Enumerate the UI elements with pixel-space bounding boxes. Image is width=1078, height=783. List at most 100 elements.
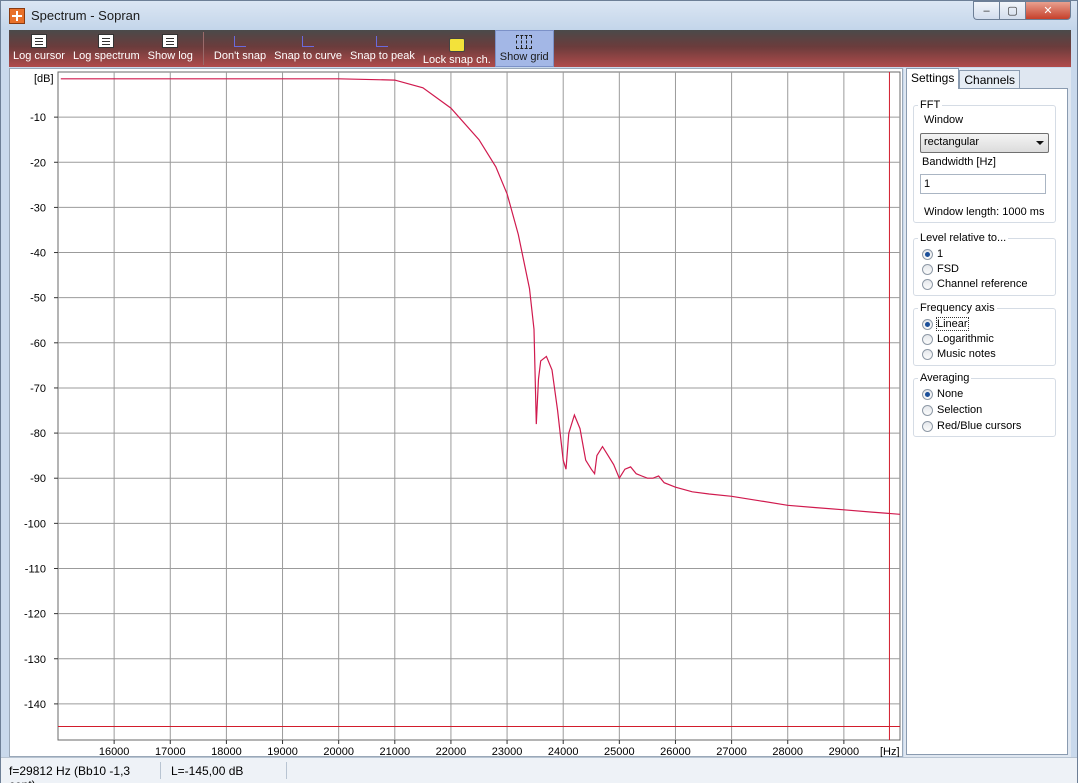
- tab-channels[interactable]: Channels: [959, 70, 1021, 89]
- window-controls: – ▢ ✕: [973, 1, 1071, 21]
- app-icon: [9, 8, 25, 24]
- y-tick-label: -50: [30, 293, 46, 305]
- y-tick-label: -90: [30, 473, 46, 485]
- level-radio-channel-reference[interactable]: Channel reference: [922, 277, 1028, 291]
- y-tick-label: -20: [30, 157, 46, 169]
- status-frequency: f=29812 Hz (Bb10 -1,3 cent): [5, 762, 161, 783]
- toolbar: Log cursor Log spectrum Show log Don't s…: [9, 30, 1071, 67]
- y-tick-label: -40: [30, 248, 46, 260]
- snap-off-icon: [232, 34, 248, 48]
- level-radio-1[interactable]: 1: [922, 247, 943, 261]
- radio-icon: [922, 348, 933, 360]
- log-cursor-button[interactable]: Log cursor: [9, 30, 69, 67]
- dont-snap-label: Don't snap: [213, 50, 267, 62]
- settings-tab-body: FFT Window rectangular Bandwidth [Hz] 1 …: [906, 88, 1068, 755]
- level-option-1: 1: [937, 248, 944, 260]
- y-tick-label: -80: [30, 428, 46, 440]
- freq-option-music-notes: Music notes: [937, 348, 996, 360]
- y-tick-label: -110: [25, 563, 46, 575]
- y-tick-label: -60: [30, 338, 46, 350]
- bandwidth-label: Bandwidth [Hz]: [922, 156, 996, 168]
- grid-icon: [516, 35, 533, 49]
- status-level: L=-145,00 dB: [167, 762, 287, 779]
- window-label: Window: [924, 114, 964, 126]
- show-grid-label: Show grid: [499, 51, 549, 63]
- avg-radio-red-blue-cursors[interactable]: Red/Blue cursors: [922, 419, 1021, 433]
- y-tick-label: -30: [30, 202, 46, 214]
- frequency-axis-title: Frequency axis: [918, 302, 997, 314]
- log-cursor-label: Log cursor: [13, 50, 65, 62]
- snap-to-curve-label: Snap to curve: [274, 50, 343, 62]
- window-select-value: rectangular: [924, 136, 980, 148]
- radio-icon: [922, 333, 933, 345]
- y-axis-label: [dB]: [34, 73, 54, 85]
- level-group: Level relative to... 1 FSD Channel refer…: [913, 232, 1056, 296]
- log-icon: [162, 34, 179, 48]
- lock-snap-label: Lock snap ch.: [422, 54, 491, 66]
- show-log-label: Show log: [147, 50, 193, 62]
- snap-curve-icon: [300, 34, 316, 48]
- level-option-channel-reference: Channel reference: [937, 278, 1028, 290]
- freq-radio-music-notes[interactable]: Music notes: [922, 347, 996, 361]
- snap-to-curve-button[interactable]: Snap to curve: [270, 30, 346, 67]
- averaging-title: Averaging: [918, 372, 972, 384]
- show-grid-button[interactable]: Show grid: [494, 30, 554, 67]
- spectrum-plot[interactable]: -10 -20 -30 -40 -50 -60 -70 -80 -90 -100 -110 -120 -…: [9, 68, 904, 758]
- fft-group-title: FFT: [918, 99, 943, 111]
- averaging-group: Averaging None Selection Red/Blue cursor…: [913, 372, 1056, 437]
- bandwidth-input[interactable]: 1: [920, 174, 1046, 194]
- snap-to-peak-label: Snap to peak: [350, 50, 415, 62]
- tab-settings[interactable]: Settings: [906, 68, 960, 89]
- freq-option-logarithmic: Logarithmic: [937, 333, 994, 345]
- radio-selected-icon: [922, 318, 933, 330]
- title-bar[interactable]: Spectrum - Sopran – ▢ ✕: [1, 1, 1077, 30]
- window-select[interactable]: rectangular: [920, 133, 1049, 153]
- minimize-button[interactable]: –: [973, 1, 999, 20]
- chevron-down-icon: [1036, 141, 1044, 145]
- avg-radio-none[interactable]: None: [922, 387, 963, 401]
- level-group-title: Level relative to...: [918, 232, 1009, 244]
- radio-selected-icon: [922, 248, 933, 260]
- plot-frame: [57, 71, 901, 741]
- frequency-axis-group: Frequency axis Linear Logarithmic Music …: [913, 302, 1056, 366]
- radio-icon: [922, 278, 933, 290]
- y-tick-label: -130: [24, 654, 46, 666]
- spectrum-chart[interactable]: -10 -20 -30 -40 -50 -60 -70 -80 -90 -100 -110 -120 -…: [10, 69, 904, 758]
- avg-radio-selection[interactable]: Selection: [922, 403, 982, 417]
- show-log-button[interactable]: Show log: [144, 30, 197, 67]
- avg-option-red-blue-cursors: Red/Blue cursors: [937, 420, 1022, 432]
- snap-peak-icon: [374, 34, 390, 48]
- maximize-button[interactable]: ▢: [999, 1, 1025, 20]
- y-tick-label: -70: [30, 383, 46, 395]
- avg-option-none: None: [937, 388, 964, 400]
- lock-snap-button[interactable]: Lock snap ch.: [419, 30, 495, 67]
- freq-radio-linear[interactable]: Linear: [922, 317, 969, 331]
- app-window: Spectrum - Sopran – ▢ ✕ Log cursor Log s…: [0, 0, 1078, 783]
- radio-icon: [922, 404, 933, 416]
- close-button[interactable]: ✕: [1025, 1, 1071, 20]
- fft-group: FFT Window rectangular Bandwidth [Hz] 1 …: [913, 99, 1056, 223]
- lock-icon: [448, 38, 465, 52]
- snap-to-peak-button[interactable]: Snap to peak: [346, 30, 419, 67]
- radio-icon: [922, 420, 933, 432]
- settings-panel: Settings Channels FFT Window rectangular…: [904, 68, 1071, 757]
- dont-snap-button[interactable]: Don't snap: [210, 30, 270, 67]
- window-title: Spectrum - Sopran: [31, 8, 141, 23]
- status-bar: f=29812 Hz (Bb10 -1,3 cent) L=-145,00 dB: [1, 757, 1077, 783]
- document-icon: [30, 34, 47, 48]
- y-tick-label: -140: [24, 699, 46, 711]
- log-spectrum-button[interactable]: Log spectrum: [69, 30, 144, 67]
- level-radio-fsd[interactable]: FSD: [922, 262, 959, 276]
- y-tick-label: -10: [30, 112, 46, 124]
- avg-option-selection: Selection: [937, 404, 983, 416]
- y-tick-label: -120: [24, 609, 46, 621]
- document-icon: [98, 34, 115, 48]
- y-tick-label: -100: [24, 518, 46, 530]
- level-option-fsd: FSD: [937, 263, 959, 275]
- radio-selected-icon: [922, 388, 933, 400]
- radio-icon: [922, 263, 933, 275]
- window-length-text: Window length: 1000 ms: [924, 206, 1045, 218]
- freq-option-linear: Linear: [936, 317, 969, 331]
- freq-radio-logarithmic[interactable]: Logarithmic: [922, 332, 994, 346]
- panel-tabs: Settings Channels: [906, 68, 1021, 89]
